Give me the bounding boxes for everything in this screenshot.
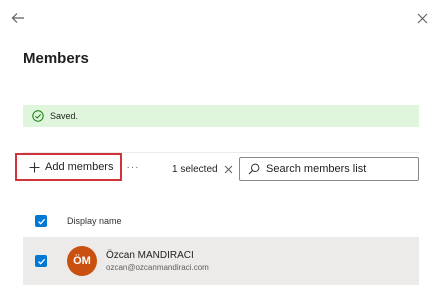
search-icon [248,163,260,175]
column-header-display-name[interactable]: Display name [67,216,122,226]
row-checkbox[interactable] [35,255,47,267]
checkmark-circle-icon [32,110,44,122]
table-row[interactable]: ÖM Özcan MANDIRACI ozcan@ozcanmandiraci.… [23,237,419,285]
member-info: Özcan MANDIRACI ozcan@ozcanmandiraci.com [106,250,209,272]
search-input[interactable] [266,163,406,175]
close-button[interactable] [413,9,431,27]
clear-selection-button[interactable] [222,163,234,175]
member-name: Özcan MANDIRACI [106,250,194,261]
page-title: Members [23,50,89,67]
more-options-button[interactable]: ··· [125,162,141,173]
select-all-checkbox[interactable] [35,215,47,227]
checkmark-icon [37,218,45,225]
members-panel: Members Saved. Add members ··· 1 selecte… [0,0,439,296]
banner-message: Saved. [50,111,79,121]
avatar: ÖM [67,246,97,276]
add-members-label: Add members [45,161,114,173]
checkmark-icon [37,258,45,265]
close-icon [224,165,232,173]
success-banner: Saved. [23,105,419,127]
table-header: Display name [23,206,419,236]
search-box[interactable] [239,157,419,181]
back-arrow-icon [11,13,24,23]
plus-icon [29,162,40,173]
member-email: ozcan@ozcanmandiraci.com [106,263,209,272]
close-icon [417,13,427,23]
add-members-button[interactable]: Add members [15,153,122,181]
selection-count: 1 selected [172,164,218,175]
back-button[interactable] [9,9,27,27]
